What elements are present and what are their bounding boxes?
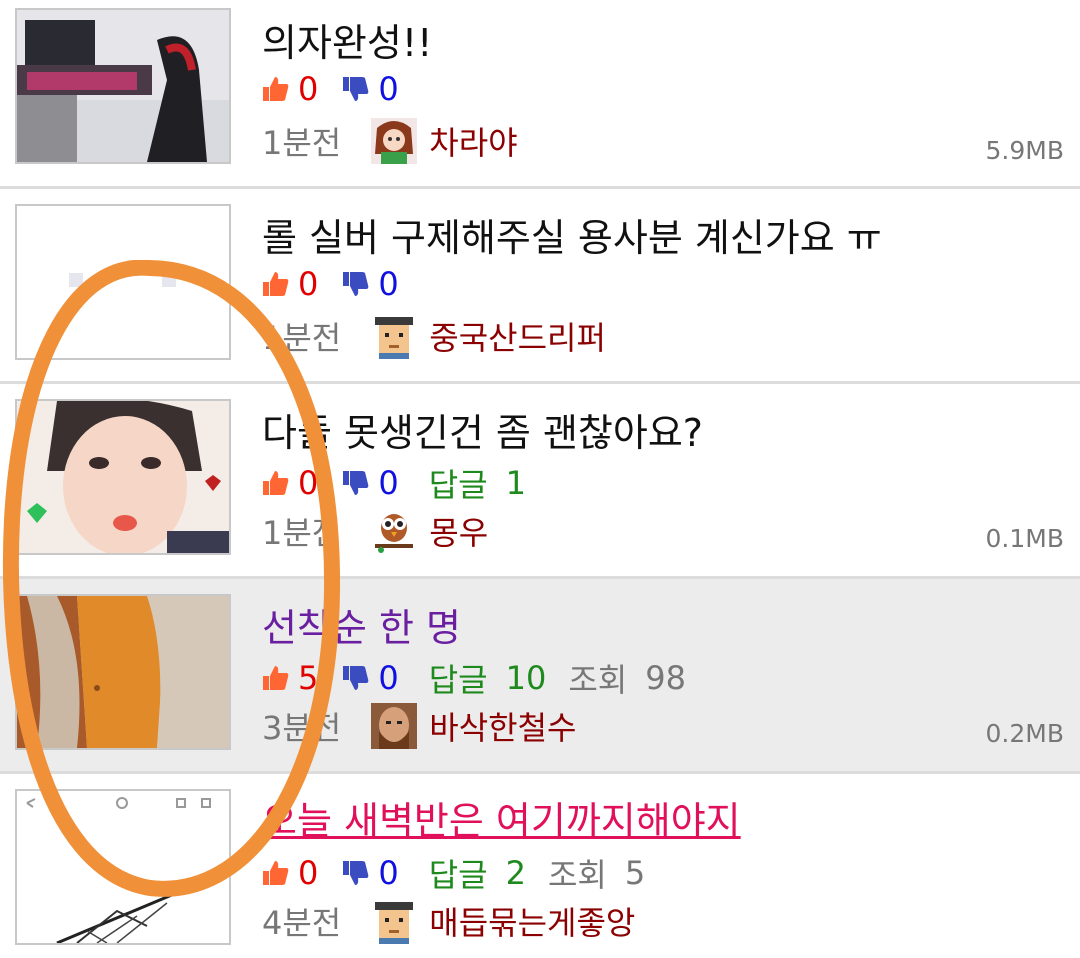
attachment-size: 5.9MB	[985, 136, 1064, 165]
post-stats: 0 0	[260, 70, 421, 108]
post-author[interactable]: 중국산드리퍼	[429, 313, 606, 359]
post-meta: 1분전 몽우	[262, 508, 488, 554]
attachment-size: 0.1MB	[985, 524, 1064, 553]
upvote-count: 0	[298, 464, 319, 502]
post-time: 1분전	[262, 319, 342, 357]
post-title[interactable]: 다들 못생긴건 좀 괜찮아요?	[262, 402, 703, 457]
downvote-count: 0	[378, 265, 399, 303]
post-thumbnail[interactable]	[15, 594, 231, 750]
post-time: 4분전	[262, 904, 342, 942]
upvote-count: 0	[298, 70, 319, 108]
post-thumbnail[interactable]	[15, 8, 231, 164]
post-row[interactable]: 롤 실버 구제해주실 용사분 계신가요 ㅠ 0 0 1분전 중국산드리퍼	[0, 189, 1080, 381]
avatar-icon[interactable]	[371, 118, 418, 164]
post-time: 1분전	[262, 514, 342, 552]
downvote-count: 0	[378, 70, 399, 108]
thumbs-down-icon[interactable]	[340, 269, 370, 299]
reply-label: 답글	[428, 466, 488, 504]
reply-label: 답글	[428, 661, 488, 699]
view-label: 조회	[547, 856, 607, 894]
post-author[interactable]: 차라야	[429, 118, 517, 164]
view-count: 5	[624, 854, 646, 892]
post-stats: 0 0 답글 2 조회 5	[260, 850, 645, 896]
post-stats: 5 0 답글 10 조회 98	[260, 655, 686, 701]
view-label: 조회	[568, 661, 628, 699]
thumbs-up-icon[interactable]	[260, 269, 290, 299]
thumbs-down-icon[interactable]	[340, 858, 370, 888]
post-title[interactable]: 의자완성!!	[262, 12, 432, 67]
post-meta: 1분전 중국산드리퍼	[262, 313, 606, 359]
post-thumbnail[interactable]	[15, 399, 231, 555]
post-row[interactable]: 선착순 한 명 5 0 답글 10 조회 98 3분전 바삭한철수 0.2MB	[0, 579, 1080, 771]
upvote-count: 0	[298, 854, 319, 892]
downvote-count: 0	[378, 854, 399, 892]
avatar-icon[interactable]	[371, 508, 418, 554]
post-title[interactable]: 선착순 한 명	[262, 597, 461, 652]
thumbs-down-icon[interactable]	[340, 74, 370, 104]
post-time: 1분전	[262, 124, 342, 162]
post-thumbnail[interactable]	[15, 789, 231, 945]
thumbs-up-icon[interactable]	[260, 663, 290, 693]
post-time: 3분전	[262, 709, 342, 747]
downvote-count: 0	[378, 659, 399, 697]
post-meta: 3분전 바삭한철수	[262, 703, 576, 749]
post-title[interactable]: 롤 실버 구제해주실 용사분 계신가요 ㅠ	[262, 207, 882, 262]
post-row[interactable]: 의자완성!! 0 0 1분전 차라야 5.9MB	[0, 0, 1080, 186]
post-author[interactable]: 매듭묶는게좋앙	[429, 898, 635, 944]
upvote-count: 0	[298, 265, 319, 303]
upvote-count: 5	[298, 659, 319, 697]
view-count: 98	[645, 659, 686, 697]
post-title[interactable]: 오늘 새벽반은 여기까지해야지	[262, 790, 741, 845]
post-meta: 4분전 매듭묶는게좋앙	[262, 898, 635, 944]
post-author[interactable]: 몽우	[429, 508, 488, 554]
thumbs-up-icon[interactable]	[260, 74, 290, 104]
post-stats: 0 0 답글 1	[260, 460, 540, 506]
post-stats: 0 0	[260, 265, 421, 303]
reply-count: 2	[505, 854, 526, 892]
thumbs-up-icon[interactable]	[260, 858, 290, 888]
post-meta: 1분전 차라야	[262, 118, 518, 164]
downvote-count: 0	[378, 464, 399, 502]
attachment-size: 0.2MB	[985, 719, 1064, 748]
thumbs-up-icon[interactable]	[260, 468, 290, 498]
thumbs-down-icon[interactable]	[340, 468, 370, 498]
reply-count: 10	[505, 659, 547, 697]
post-author[interactable]: 바삭한철수	[429, 703, 576, 749]
post-row[interactable]: 다들 못생긴건 좀 괜찮아요? 0 0 답글 1 1분전 몽우 0.1MB	[0, 384, 1080, 576]
thumbs-down-icon[interactable]	[340, 663, 370, 693]
avatar-icon[interactable]	[371, 898, 418, 944]
reply-label: 답글	[428, 856, 488, 894]
reply-count: 1	[505, 464, 526, 502]
avatar-icon[interactable]	[371, 313, 418, 359]
avatar-icon[interactable]	[371, 703, 418, 749]
post-row[interactable]: 오늘 새벽반은 여기까지해야지 0 0 답글 2 조회 5 4분전 매듭묶는게좋…	[0, 774, 1080, 958]
post-thumbnail[interactable]	[15, 204, 231, 360]
